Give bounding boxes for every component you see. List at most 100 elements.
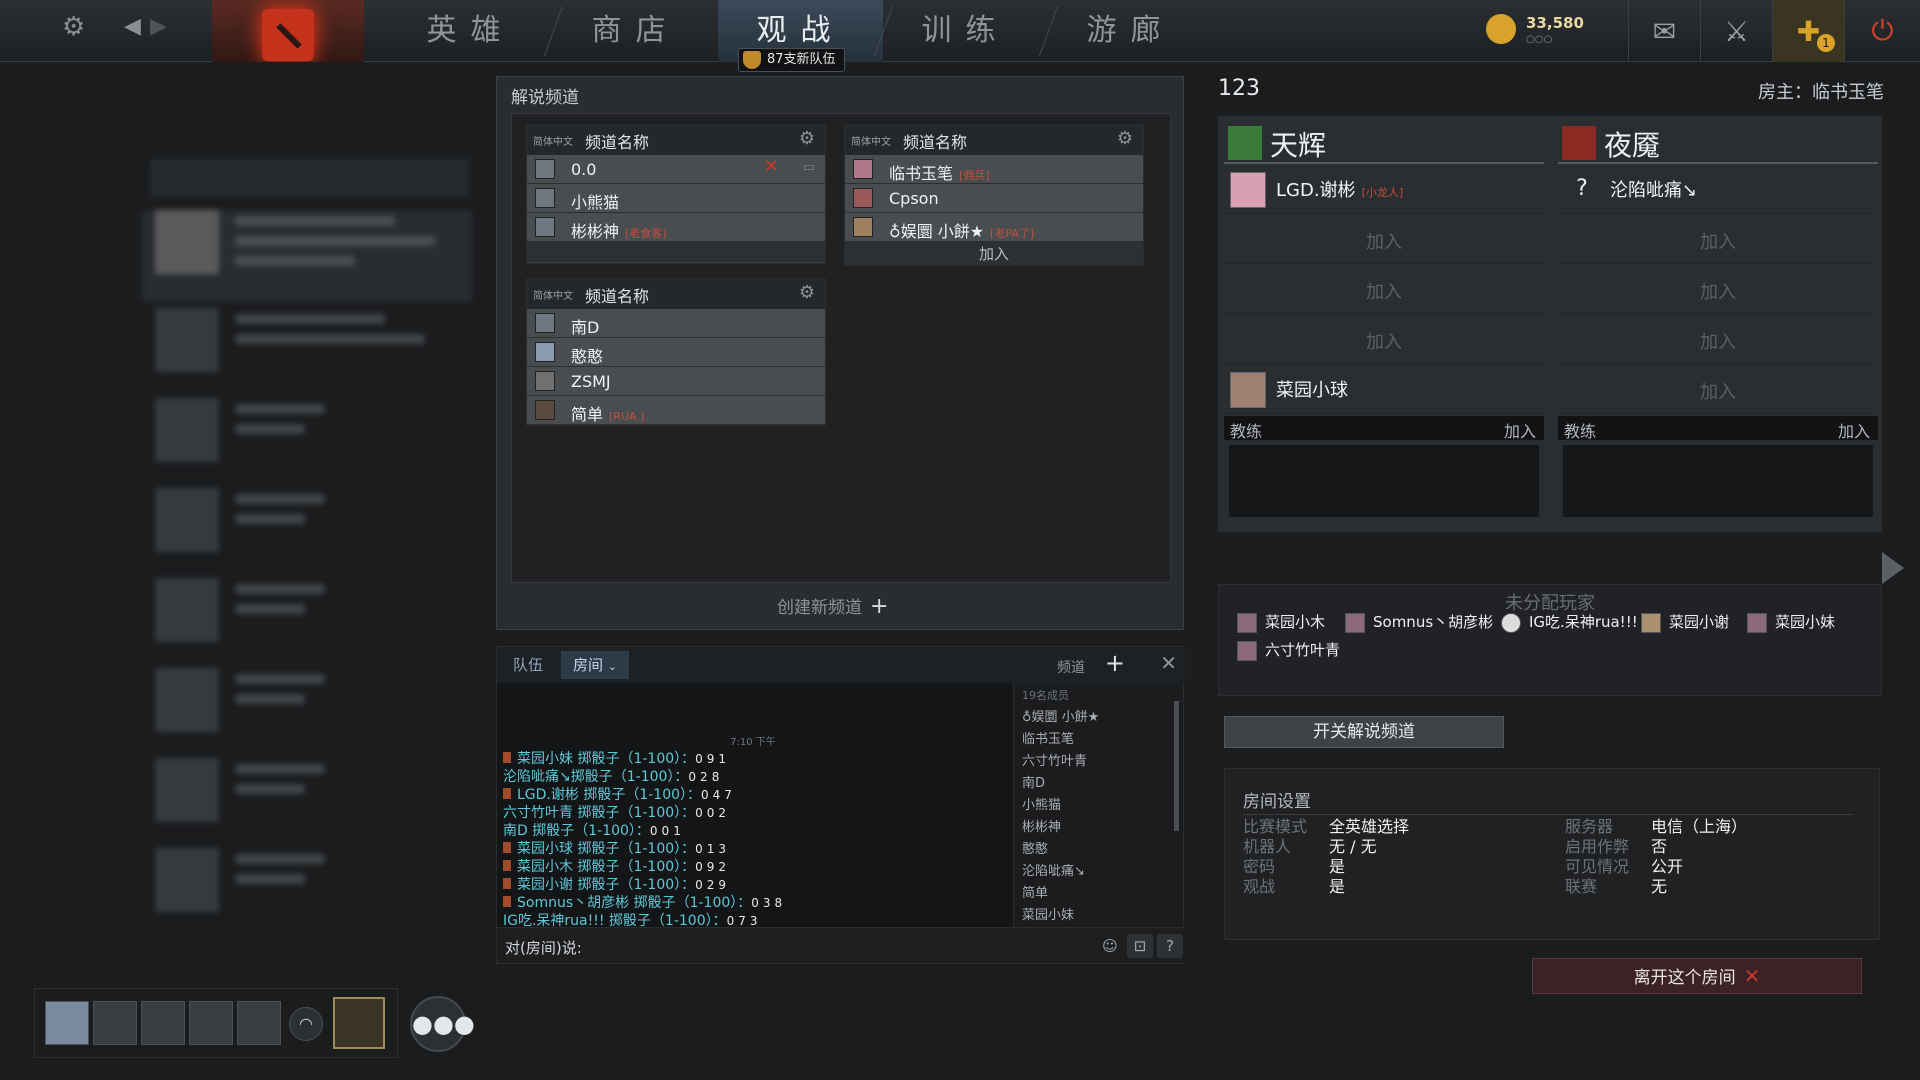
chat-line: 菜园小球 掷骰子（1-100）：013 (503, 840, 1003, 858)
chat-member[interactable]: 菜园小妹 (1014, 905, 1183, 927)
coach-join-button[interactable]: 加入 (1838, 418, 1870, 442)
nav-tab-heroes[interactable]: 英雄 (388, 0, 553, 62)
chat-add-channel-icon[interactable]: + (1105, 649, 1125, 677)
join-slot-button[interactable]: 加入 (1224, 328, 1544, 354)
join-slot-button[interactable]: 加入 (1558, 378, 1878, 404)
member-name-text: 简单 (571, 405, 604, 424)
chevron-down-icon: ⌄ (607, 660, 618, 673)
armory-button[interactable]: ⚔ (1700, 0, 1772, 62)
team-slot[interactable]: LGD.谢彬 [小龙人] (1224, 164, 1544, 214)
member-name: 简单 [RUA ] (571, 401, 644, 425)
kick-close-icon[interactable]: ✕ (764, 156, 779, 177)
team-slot[interactable]: 菜园小球 (1224, 364, 1544, 414)
nav-tab-store[interactable]: 商店 (553, 0, 718, 62)
chat-channel-label[interactable]: 频道 (1057, 657, 1085, 677)
chat-close-icon[interactable]: ✕ (1160, 651, 1177, 675)
camera-icon[interactable]: ▭ (803, 160, 815, 175)
plus-button[interactable]: ✚ 1 (1772, 0, 1844, 62)
power-button[interactable]: ⏻ (1844, 0, 1920, 62)
emoji-icon[interactable]: ☺ (1097, 934, 1123, 958)
party-avatar-self[interactable] (45, 1001, 89, 1045)
coach-slot (1562, 444, 1874, 518)
unassigned-player[interactable]: 六寸竹叶青 (1237, 639, 1340, 661)
channel-join-button[interactable]: 加入 (845, 242, 1143, 266)
team-header: 天辉 (1224, 120, 1544, 164)
party-slot-empty[interactable] (189, 1001, 233, 1045)
forward-arrow-icon[interactable]: ▶ (150, 14, 167, 39)
chat-member[interactable]: 南D (1014, 773, 1183, 795)
player-badge-icon (503, 752, 511, 763)
chat-tab-room[interactable]: 房间 ⌄ (561, 651, 630, 679)
join-slot-button[interactable]: 加入 (1224, 278, 1544, 304)
member-tag: [佣兵] (959, 169, 990, 182)
chat-wheel-button[interactable]: ●●● (410, 996, 475, 1052)
create-channel-button[interactable]: 创建新频道 + (777, 593, 888, 619)
chat-tab-team[interactable]: 队伍 (501, 651, 555, 679)
rank-medal-icon[interactable] (333, 997, 385, 1049)
voice-headset-icon[interactable]: ◠ (289, 1007, 323, 1041)
setting-value: 无 (1651, 877, 1668, 896)
channel-settings-gear-icon[interactable]: ⚙ (1117, 128, 1133, 149)
team-slot[interactable]: 加入 (1224, 264, 1544, 314)
join-slot-button[interactable]: 加入 (1558, 278, 1878, 304)
shards-currency[interactable]: 33,580 ○○○ (1486, 12, 1610, 52)
join-slot-button[interactable]: 加入 (1558, 328, 1878, 354)
commentary-panel: 解说频道 简体中文 频道名称 ⚙ 0.0 ✕ ▭ 小熊猫 彬彬神 [老食客] 简体中文… (496, 76, 1184, 630)
setting-key: 联赛 (1565, 877, 1598, 896)
unassigned-player[interactable]: 菜园小谢 (1641, 611, 1729, 633)
team-slot[interactable]: 加入 (1558, 314, 1878, 364)
unknown-avatar-icon: ? (1576, 176, 1588, 201)
chat-member[interactable]: 临书玉笔 (1014, 729, 1183, 751)
chat-input-bar[interactable]: 对(房间)说: ☺ ⊡ ? (497, 927, 1185, 963)
emote-wheel-icon[interactable]: ⊡ (1127, 934, 1153, 958)
party-slot-empty[interactable] (141, 1001, 185, 1045)
chat-member[interactable]: ♁娱圜 小餅★ (1014, 707, 1183, 729)
join-slot-button[interactable]: 加入 (1224, 228, 1544, 254)
chat-member[interactable]: 六寸竹叶青 (1014, 751, 1183, 773)
chat-member[interactable]: 小熊猫 (1014, 795, 1183, 817)
chat-line: 六寸竹叶青 掷骰子（1-100）：002 (503, 804, 1003, 822)
play-arrow-icon[interactable] (1882, 552, 1904, 584)
chat-member[interactable]: 憨憨 (1014, 839, 1183, 861)
back-arrow-icon[interactable]: ◀ (124, 14, 141, 39)
dota-logo-button[interactable] (212, 0, 364, 70)
nav-tab-arcade[interactable]: 游廊 (1048, 0, 1213, 62)
member-name-text: ♁娱圜 小餅★ (889, 222, 985, 241)
leave-room-button[interactable]: 离开这个房间 ✕ (1532, 958, 1862, 994)
channel-member: Cpson (845, 184, 1143, 213)
chat-line: 菜园小妹 掷骰子（1-100）：091 (503, 750, 1003, 768)
chat-member[interactable]: 彬彬神 (1014, 817, 1183, 839)
party-slot-empty[interactable] (93, 1001, 137, 1045)
team-slot[interactable]: ? 沦陷呲痛↘ (1558, 164, 1878, 214)
member-name: ♁娱圜 小餅★ [老PA了] (889, 218, 1034, 242)
team-slot[interactable]: 加入 (1224, 314, 1544, 364)
channel-settings-gear-icon[interactable]: ⚙ (799, 128, 815, 149)
help-icon[interactable]: ? (1157, 934, 1183, 958)
channel-settings-gear-icon[interactable]: ⚙ (799, 282, 815, 303)
team-slot[interactable]: 加入 (1558, 264, 1878, 314)
unassigned-player[interactable]: IG吃.呆神rua!!! (1501, 611, 1638, 633)
chat-line: 菜园小谢 掷骰子（1-100）：029 (503, 876, 1003, 894)
mail-button[interactable]: ✉ (1628, 0, 1700, 62)
chat-member[interactable]: 沦陷呲痛↘ (1014, 861, 1183, 883)
team-slot[interactable]: 加入 (1558, 214, 1878, 264)
unassigned-player[interactable]: 菜园小木 (1237, 611, 1325, 633)
player-badge-icon (503, 788, 511, 799)
member-name: Cpson (889, 189, 939, 208)
toggle-commentary-button[interactable]: 开关解说频道 (1224, 716, 1504, 748)
team-slot[interactable]: 加入 (1558, 364, 1878, 414)
unassigned-player[interactable]: 菜园小妹 (1747, 611, 1835, 633)
coach-join-button[interactable]: 加入 (1504, 418, 1536, 442)
coach-label: 教练 (1230, 422, 1263, 441)
join-slot-button[interactable]: 加入 (1558, 228, 1878, 254)
chat-input-prefix: 对(房间)说: (505, 939, 582, 957)
new-teams-badge[interactable]: 87支新队伍 (738, 48, 845, 72)
member-list-scrollbar[interactable] (1174, 701, 1179, 831)
avatar (1230, 372, 1266, 408)
settings-gear-icon[interactable]: ⚙ (62, 12, 85, 42)
unassigned-player[interactable]: Somnus丶胡彦彬 (1345, 611, 1493, 633)
team-slot[interactable]: 加入 (1224, 214, 1544, 264)
party-slot-empty[interactable] (237, 1001, 281, 1045)
nav-tab-learn[interactable]: 训练 (883, 0, 1048, 62)
chat-member[interactable]: 简单 (1014, 883, 1183, 905)
